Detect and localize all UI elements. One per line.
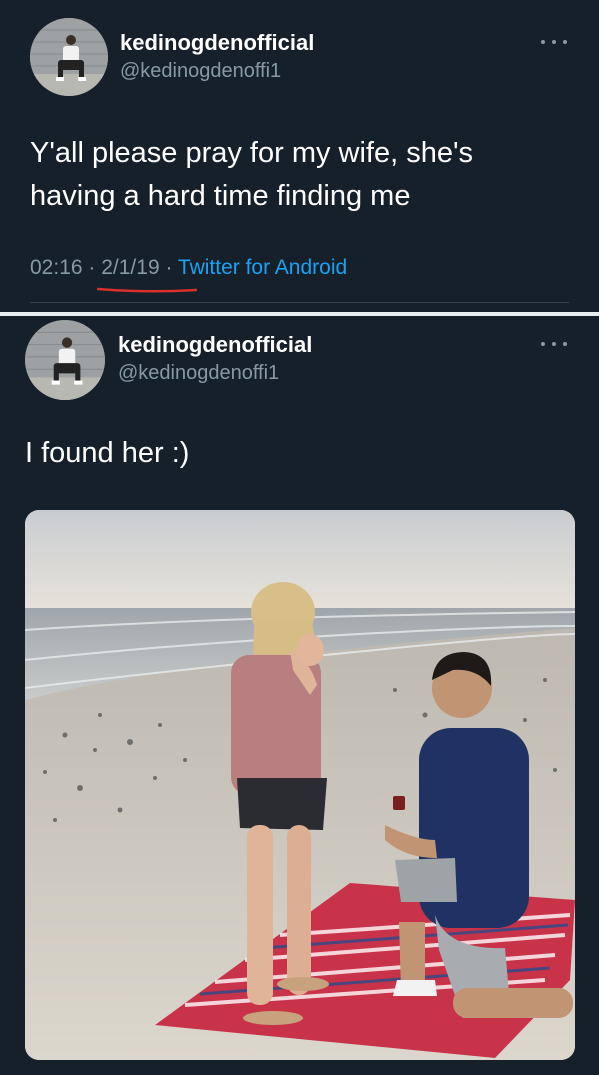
profile-photo: [25, 320, 105, 400]
display-name[interactable]: kedinogdenofficial: [118, 332, 312, 358]
avatar[interactable]: [30, 18, 108, 96]
display-name[interactable]: kedinogdenofficial: [120, 30, 314, 56]
tweet-photo[interactable]: [25, 510, 575, 1060]
date-highlight: 2/1/19: [97, 256, 198, 293]
red-underline-annotation: [97, 287, 198, 293]
tweet-original[interactable]: kedinogdenofficial @kedinogdenoffi1 Y'al…: [0, 0, 599, 312]
tweet-source-link[interactable]: Twitter for Android: [178, 256, 347, 279]
tweet-metadata: 02:16 · 2/1/19 · Twitter for Android: [30, 256, 347, 293]
user-handle[interactable]: @kedinogdenoffi1: [120, 60, 281, 83]
more-options-icon[interactable]: [541, 37, 567, 47]
tweet-date[interactable]: 2/1/19: [101, 256, 159, 279]
avatar[interactable]: [25, 320, 105, 400]
separator: ·: [82, 256, 102, 279]
beach-proposal-photo: [25, 510, 575, 1060]
user-handle[interactable]: @kedinogdenoffi1: [118, 362, 279, 385]
tweet-text: I found her :): [25, 437, 190, 469]
profile-photo: [30, 18, 108, 96]
divider: [30, 302, 569, 303]
tweet-text-line: having a hard time finding me: [30, 180, 411, 212]
more-options-icon[interactable]: [541, 339, 567, 349]
tweet-text-line: Y'all please pray for my wife, she's: [30, 137, 474, 169]
tweet-text: Y'all please pray for my wife, she's hav…: [30, 132, 570, 218]
tweet-reply[interactable]: kedinogdenofficial @kedinogdenoffi1 I fo…: [0, 316, 599, 1075]
tweet-time: 02:16: [30, 256, 83, 279]
separator: ·: [159, 256, 178, 279]
